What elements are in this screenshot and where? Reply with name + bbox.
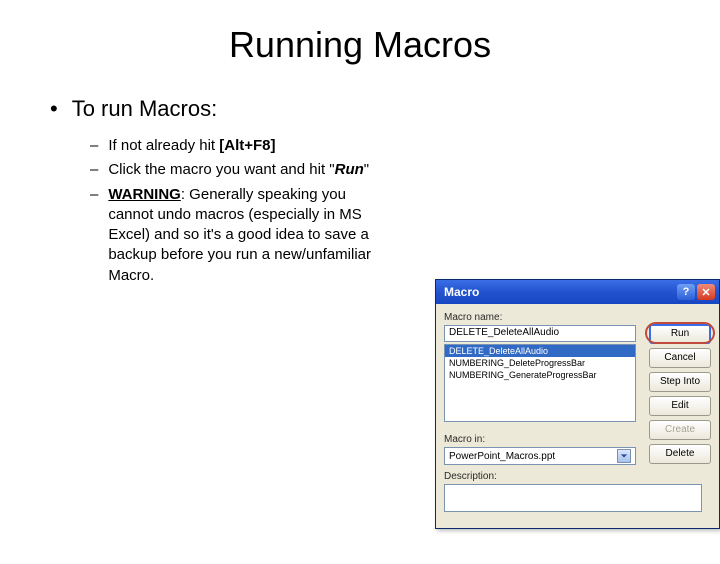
bullet-level2: – If not already hit [Alt+F8]	[90, 136, 390, 156]
delete-button[interactable]: Delete	[649, 444, 711, 464]
run-button[interactable]: Run	[649, 324, 711, 344]
list-item[interactable]: DELETE_DeleteAllAudio	[445, 345, 635, 357]
bullet-dash: –	[90, 185, 98, 286]
bullet-level1: • To run Macros:	[50, 96, 390, 122]
bullet-level2: – Click the macro you want and hit "Run"	[90, 160, 390, 180]
bullet-dot: •	[50, 96, 58, 122]
dialog-title: Macro	[444, 285, 479, 299]
chevron-down-icon[interactable]	[617, 449, 631, 463]
bullet-dash: –	[90, 160, 98, 180]
bullet-l2b: Click the macro you want and hit "Run"	[108, 160, 369, 180]
edit-button[interactable]: Edit	[649, 396, 711, 416]
list-item[interactable]: NUMBERING_GenerateProgressBar	[445, 369, 635, 381]
close-button[interactable]: ✕	[697, 284, 715, 300]
description-box	[444, 484, 702, 512]
text: Click the macro you want and hit "	[108, 161, 334, 178]
run-word: Run	[335, 161, 364, 178]
bullet-l2a: If not already hit [Alt+F8]	[108, 136, 275, 156]
bullet-dash: –	[90, 136, 98, 156]
step-into-button[interactable]: Step Into	[649, 372, 711, 392]
list-item[interactable]: NUMBERING_DeleteProgressBar	[445, 357, 635, 369]
slide-title: Running Macros	[0, 24, 720, 66]
slide-body: • To run Macros: – If not already hit [A…	[0, 96, 420, 286]
macro-in-value: PowerPoint_Macros.ppt	[449, 451, 555, 462]
bullet-l2c: WARNING: Generally speaking you cannot u…	[108, 185, 390, 286]
shortcut-text: [Alt+F8]	[219, 137, 275, 154]
macro-name-label: Macro name:	[444, 312, 711, 323]
warning-label: WARNING	[108, 186, 181, 203]
cancel-button[interactable]: Cancel	[649, 348, 711, 368]
text: If not already hit	[108, 137, 219, 154]
macro-listbox[interactable]: DELETE_DeleteAllAudio NUMBERING_DeletePr…	[444, 344, 636, 422]
dialog-body: Macro name: DELETE_DeleteAllAudio DELETE…	[436, 304, 719, 528]
help-button[interactable]: ?	[677, 284, 695, 300]
dialog-button-column: Run Cancel Step Into Edit Create Delete	[649, 324, 711, 464]
create-button: Create	[649, 420, 711, 440]
text: "	[364, 161, 369, 178]
macro-dialog: Macro ? ✕ Macro name: DELETE_DeleteAllAu…	[435, 279, 720, 529]
bullet-level2: – WARNING: Generally speaking you cannot…	[90, 185, 390, 286]
macro-name-input[interactable]: DELETE_DeleteAllAudio	[444, 325, 636, 342]
description-label: Description:	[444, 471, 711, 482]
bullet-l1-text: To run Macros:	[72, 96, 218, 122]
dialog-titlebar[interactable]: Macro ? ✕	[436, 280, 719, 304]
macro-in-dropdown[interactable]: PowerPoint_Macros.ppt	[444, 447, 636, 465]
